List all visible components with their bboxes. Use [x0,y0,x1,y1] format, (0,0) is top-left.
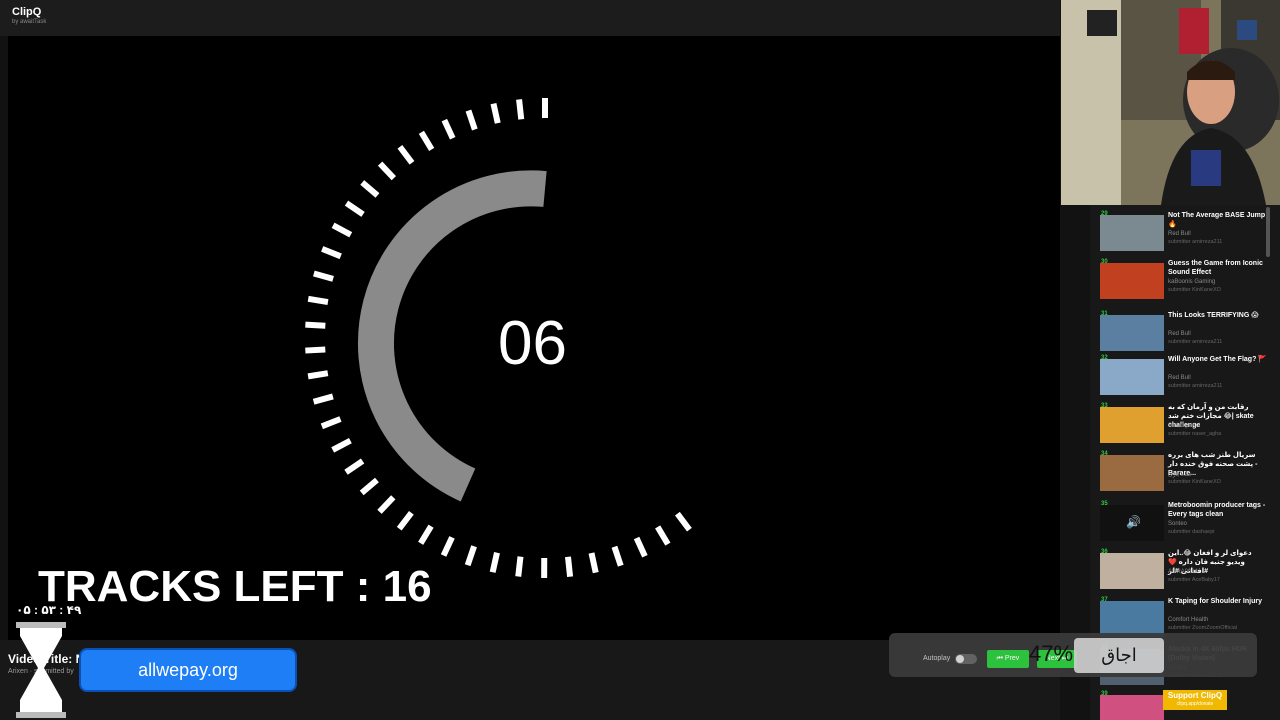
queue-item-title[interactable]: Not The Average BASE Jump 🔥 [1168,211,1268,229]
countdown-tick [305,321,326,329]
countdown-tick [320,416,342,430]
queue-item-channel: Comfort Health [1168,617,1209,623]
queue-item-thumbnail[interactable] [1100,215,1164,251]
support-sub: clipq.app/donate [1176,701,1214,707]
support-label: Support ClipQ [1167,691,1223,700]
countdown-tick [633,536,648,558]
toggle-knob [956,655,964,663]
queue-item-title[interactable]: Will Anyone Get The Flag? 🚩 [1168,355,1268,364]
speaker-icon: 🔊 [1126,515,1141,529]
queue-item[interactable]: 31 This Looks TERRIFYING 😱 Red Bull submitt… [1090,311,1270,357]
queue-item[interactable]: 29 Not The Average BASE Jump 🔥 Red Bull sub… [1090,211,1270,257]
queue-item-submitter: submitter naser_agha [1168,431,1222,437]
queue-item[interactable]: 35 🔊 Metroboomin producer tags - Every tag… [1090,501,1270,547]
countdown-tick [359,477,379,496]
queue-item-title[interactable]: Metroboomin producer tags - Every tags c… [1168,501,1268,519]
countdown-tick [464,545,477,567]
app-title: ClipQ [12,6,42,18]
countdown-tick [440,536,455,557]
countdown-tick [313,270,334,282]
prev-button[interactable]: ⏮ Prev [987,650,1029,668]
countdown-tick [377,161,397,181]
countdown-tick [441,118,456,140]
queue-item-submitter: submitter KinKaneXO [1168,287,1221,293]
queue-item-channel: Red Bull [1168,331,1191,337]
countdown-tick [465,109,478,131]
queue-item-submitter: submitter AceBaby17 [1168,577,1220,583]
queue-item-thumbnail[interactable] [1100,407,1164,443]
video-player[interactable]: 06 TRACKS LEFT : 16 [8,36,1060,640]
countdown-tick [344,200,365,217]
autoplay-toggle[interactable] [955,654,977,664]
clock-readout: ۰۵ : ۵۳ : ۴۹ [16,603,82,617]
webcam-image [1061,0,1280,205]
countdown-tick [377,495,396,514]
queue-item-title[interactable]: K Taping for Shoulder Injury [1168,597,1268,606]
countdown-tick [331,222,353,238]
countdown-tick [331,437,352,453]
queue-item-thumbnail[interactable] [1100,601,1164,637]
queue-item[interactable]: 34 سریال طنز شب های برره پشت صحنه فوق خند… [1090,451,1270,497]
queue-item[interactable]: 30 Guess the Game from Iconic Sound Effec… [1090,259,1270,305]
countdown-tick [321,246,342,260]
countdown-tick [307,295,329,306]
queue-item-submitter: submitter amirreza211 [1168,239,1223,245]
queue-item-channel: Sadaf partoi [1168,423,1201,429]
ad-link-button[interactable]: allwepay.org [79,648,297,692]
queue-item-submitter: submitter ZoomZoomOfficial [1168,625,1237,631]
queue-item-submitter: submitter KinKaneXO [1168,479,1221,485]
playback-controls: Autoplay ⏮ Prev Next ⏭ 47% اجاق [889,633,1257,677]
countdown-tick [611,545,624,567]
app-header: ClipQ by awaitTask [0,0,1060,36]
countdown-tick [312,393,334,405]
countdown-tick [360,180,380,198]
countdown-tick [418,524,434,545]
queue-item-thumbnail[interactable] [1100,553,1164,589]
countdown-tick [515,556,524,577]
queue-item-channel: Sonteo [1168,521,1188,527]
countdown-tick [489,552,500,573]
queue-item-channel: AURA0014 [1168,569,1199,575]
progress-percent: 47% [1029,641,1074,666]
countdown-tick [344,458,365,475]
countdown-tick [305,346,326,354]
countdown-tick [307,370,329,380]
countdown-tick [490,102,501,124]
queue-item-channel: kaBoonis Gaming [1168,279,1216,285]
countdown-tick [516,99,525,120]
queue-item[interactable]: 36 دعوای لر و افغان 😂..این ویدیو جنبه فان… [1090,549,1270,595]
queue-scrollbar[interactable] [1266,207,1270,257]
queue-item-channel: خنده بازی [1168,472,1193,478]
countdown-tick [675,511,692,532]
overlay-label: اجاق [1074,638,1164,673]
queue-item-submitter: submitter amirreza211 [1168,339,1223,345]
queue-item-channel: Red Bull [1168,375,1191,381]
queue-item-title[interactable]: Guess the Game from Iconic Sound Effect [1168,259,1268,277]
queue-item-thumbnail[interactable] [1100,263,1164,299]
queue-item-thumbnail[interactable]: 🔊 [1100,505,1164,541]
queue-item-thumbnail[interactable] [1100,315,1164,351]
queue-item-thumbnail[interactable] [1100,455,1164,491]
queue-item[interactable]: 33 رقابت من و آرمان که به مجازات ختم شد 😂… [1090,403,1270,449]
queue-item-submitter: submitter dashaepi [1168,529,1215,535]
queue-item-thumbnail[interactable] [1100,359,1164,395]
support-button[interactable]: Support ClipQ clipq.app/donate [1163,690,1227,710]
countdown-tick [418,130,435,151]
queue-item-thumbnail[interactable] [1100,695,1164,720]
webcam-feed [1061,0,1280,205]
countdown-tick [655,525,671,546]
countdown-tick [397,145,415,165]
queue-item-channel: Red Bull [1168,231,1191,237]
queue-item-submitter: submitter amirreza211 [1168,383,1223,389]
countdown-tick [396,510,414,531]
countdown-number: 06 [498,309,567,378]
app-subtitle: by awaitTask [12,19,47,25]
countdown-tick [565,556,574,577]
tracks-left-label: TRACKS LEFT : 16 [38,562,432,611]
queue-item[interactable]: 32 Will Anyone Get The Flag? 🚩 Red Bull sub… [1090,355,1270,401]
countdown-tick [588,552,599,574]
autoplay-label: Autoplay [923,655,951,662]
hourglass-icon [16,622,66,718]
queue-item-title[interactable]: This Looks TERRIFYING 😱 [1168,311,1268,320]
